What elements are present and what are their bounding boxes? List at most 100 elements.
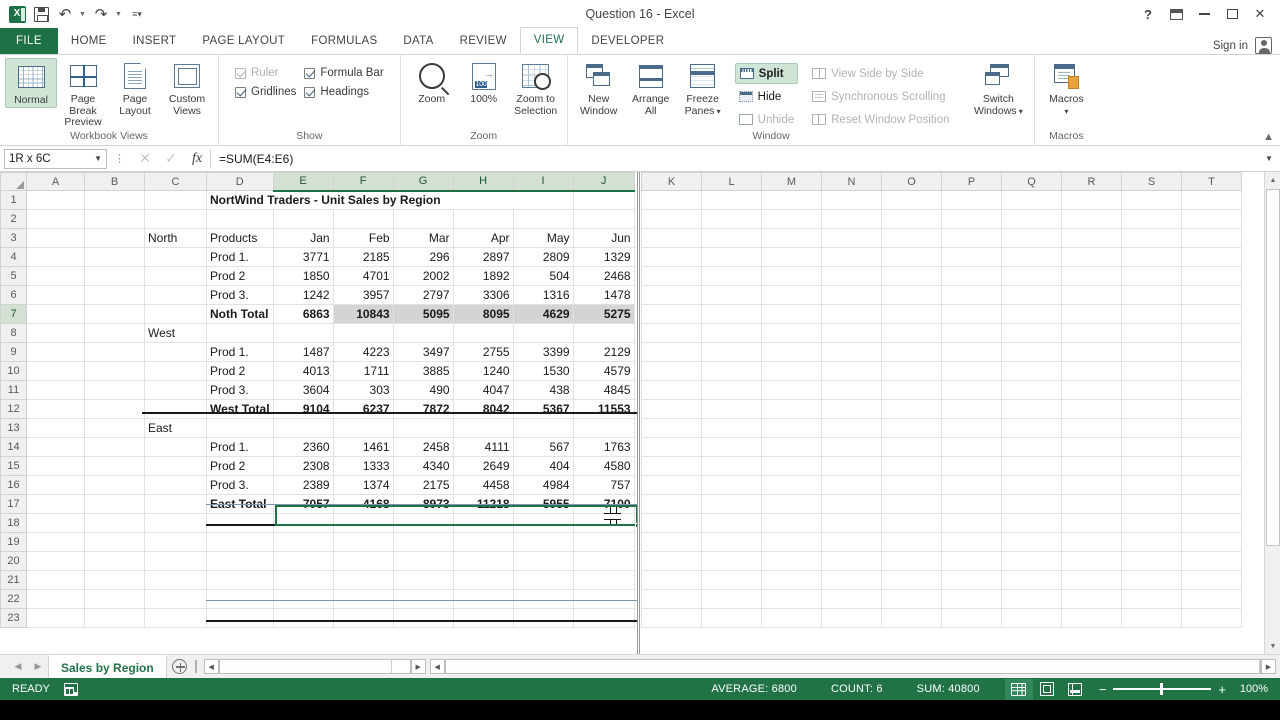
cell-C22[interactable] (144, 589, 207, 609)
hscroll-left-icon-2[interactable]: ◀ (429, 659, 445, 674)
cell-A10[interactable] (26, 361, 85, 381)
tab-page-layout[interactable]: PAGE LAYOUT (189, 28, 298, 54)
tab-formulas[interactable]: FORMULAS (298, 28, 390, 54)
save-icon[interactable] (30, 3, 52, 25)
column-header-R[interactable]: R (1061, 172, 1122, 191)
cell-H15[interactable]: 2649 (452, 456, 514, 476)
checkbox-gridlines[interactable]: Gridlines (235, 86, 296, 98)
cell-G7[interactable]: 5095 (392, 304, 454, 324)
column-header-G[interactable]: G (392, 172, 454, 192)
cell-O11[interactable] (881, 380, 942, 400)
cell-M15[interactable] (761, 456, 822, 476)
cell-B5[interactable] (84, 266, 145, 286)
page-break-preview-button[interactable]: Page Break Preview (57, 58, 109, 129)
cell-T19[interactable] (1181, 532, 1242, 552)
cell-K21[interactable] (641, 570, 702, 590)
cell-N8[interactable] (821, 323, 882, 343)
column-header-K[interactable]: K (641, 172, 702, 191)
cell-F20[interactable] (332, 551, 394, 571)
cell-S12[interactable] (1121, 399, 1182, 419)
cell-M14[interactable] (761, 437, 822, 457)
cell-Q21[interactable] (1001, 570, 1062, 590)
tab-view[interactable]: VIEW (519, 27, 579, 54)
cell-F15[interactable]: 1333 (332, 456, 394, 476)
cell-M5[interactable] (761, 266, 822, 286)
column-header-M[interactable]: M (761, 172, 822, 191)
cell-E3[interactable]: Jan (272, 228, 334, 248)
cell-T21[interactable] (1181, 570, 1242, 590)
row-header-11[interactable]: 11 (0, 380, 27, 400)
hscroll-track-left[interactable] (218, 659, 411, 674)
tab-home[interactable]: HOME (58, 28, 120, 54)
cell-E2[interactable] (272, 209, 334, 229)
cell-Q17[interactable] (1001, 494, 1062, 514)
vertical-split-bar[interactable] (637, 172, 640, 654)
cell-C12[interactable] (144, 399, 207, 419)
cell-E6[interactable]: 1242 (272, 285, 334, 305)
cell-L22[interactable] (701, 589, 762, 609)
cell-L5[interactable] (701, 266, 762, 286)
cell-P13[interactable] (941, 418, 1002, 438)
cell-H2[interactable] (452, 209, 514, 229)
cell-J12[interactable]: 11553 (572, 399, 635, 419)
cell-O21[interactable] (881, 570, 942, 590)
cell-Q8[interactable] (1001, 323, 1062, 343)
cell-C23[interactable] (144, 608, 207, 628)
cell-E12[interactable]: 9104 (272, 399, 334, 419)
cell-P15[interactable] (941, 456, 1002, 476)
cell-G18[interactable] (392, 513, 454, 533)
cell-H8[interactable] (452, 323, 514, 343)
cell-C5[interactable] (144, 266, 207, 286)
redo-dropdown-icon[interactable]: ▼ (114, 3, 124, 25)
cell-I19[interactable] (512, 532, 574, 552)
cell-H21[interactable] (452, 570, 514, 590)
cell-M18[interactable] (761, 513, 822, 533)
cell-E4[interactable]: 3771 (272, 247, 334, 267)
cell-B15[interactable] (84, 456, 145, 476)
cell-E22[interactable] (272, 589, 334, 609)
cell-I5[interactable]: 504 (512, 266, 574, 286)
cell-S15[interactable] (1121, 456, 1182, 476)
cell-L20[interactable] (701, 551, 762, 571)
cell-L16[interactable] (701, 475, 762, 495)
sign-in-button[interactable]: Sign in (1213, 37, 1280, 54)
cell-N7[interactable] (821, 304, 882, 324)
cell-F8[interactable] (332, 323, 394, 343)
cell-H6[interactable]: 3306 (452, 285, 514, 305)
cell-O7[interactable] (881, 304, 942, 324)
custom-views-button[interactable]: Custom Views (161, 58, 213, 117)
cell-Q23[interactable] (1001, 608, 1062, 628)
cell-D1[interactable]: NortWind Traders - Unit Sales by Region (206, 190, 574, 210)
row-header-2[interactable]: 2 (0, 209, 27, 229)
cell-M16[interactable] (761, 475, 822, 495)
cell-I7[interactable]: 4629 (512, 304, 574, 324)
record-macro-icon[interactable] (63, 682, 78, 696)
cell-R19[interactable] (1061, 532, 1122, 552)
cell-G2[interactable] (392, 209, 454, 229)
cell-D8[interactable] (206, 323, 274, 343)
cell-H12[interactable]: 8042 (452, 399, 514, 419)
cell-Q4[interactable] (1001, 247, 1062, 267)
cell-A8[interactable] (26, 323, 85, 343)
row-header-3[interactable]: 3 (0, 228, 27, 248)
cell-N19[interactable] (821, 532, 882, 552)
close-icon[interactable]: ✕ (1246, 2, 1274, 26)
cell-P14[interactable] (941, 437, 1002, 457)
cell-H14[interactable]: 4111 (452, 437, 514, 457)
column-header-P[interactable]: P (941, 172, 1002, 191)
cell-A11[interactable] (26, 380, 85, 400)
cell-L8[interactable] (701, 323, 762, 343)
cell-N5[interactable] (821, 266, 882, 286)
cell-S3[interactable] (1121, 228, 1182, 248)
cell-G12[interactable]: 7872 (392, 399, 454, 419)
cell-N15[interactable] (821, 456, 882, 476)
hscroll-thumb-right[interactable] (445, 660, 1260, 673)
cell-B19[interactable] (84, 532, 145, 552)
cell-D20[interactable] (206, 551, 274, 571)
checkbox-formula-bar[interactable]: Formula Bar (304, 67, 384, 79)
help-icon[interactable]: ? (1134, 2, 1162, 26)
cell-L19[interactable] (701, 532, 762, 552)
row-header-22[interactable]: 22 (0, 589, 27, 609)
row-header-9[interactable]: 9 (0, 342, 27, 362)
zoom-button[interactable]: Zoom (406, 58, 458, 106)
